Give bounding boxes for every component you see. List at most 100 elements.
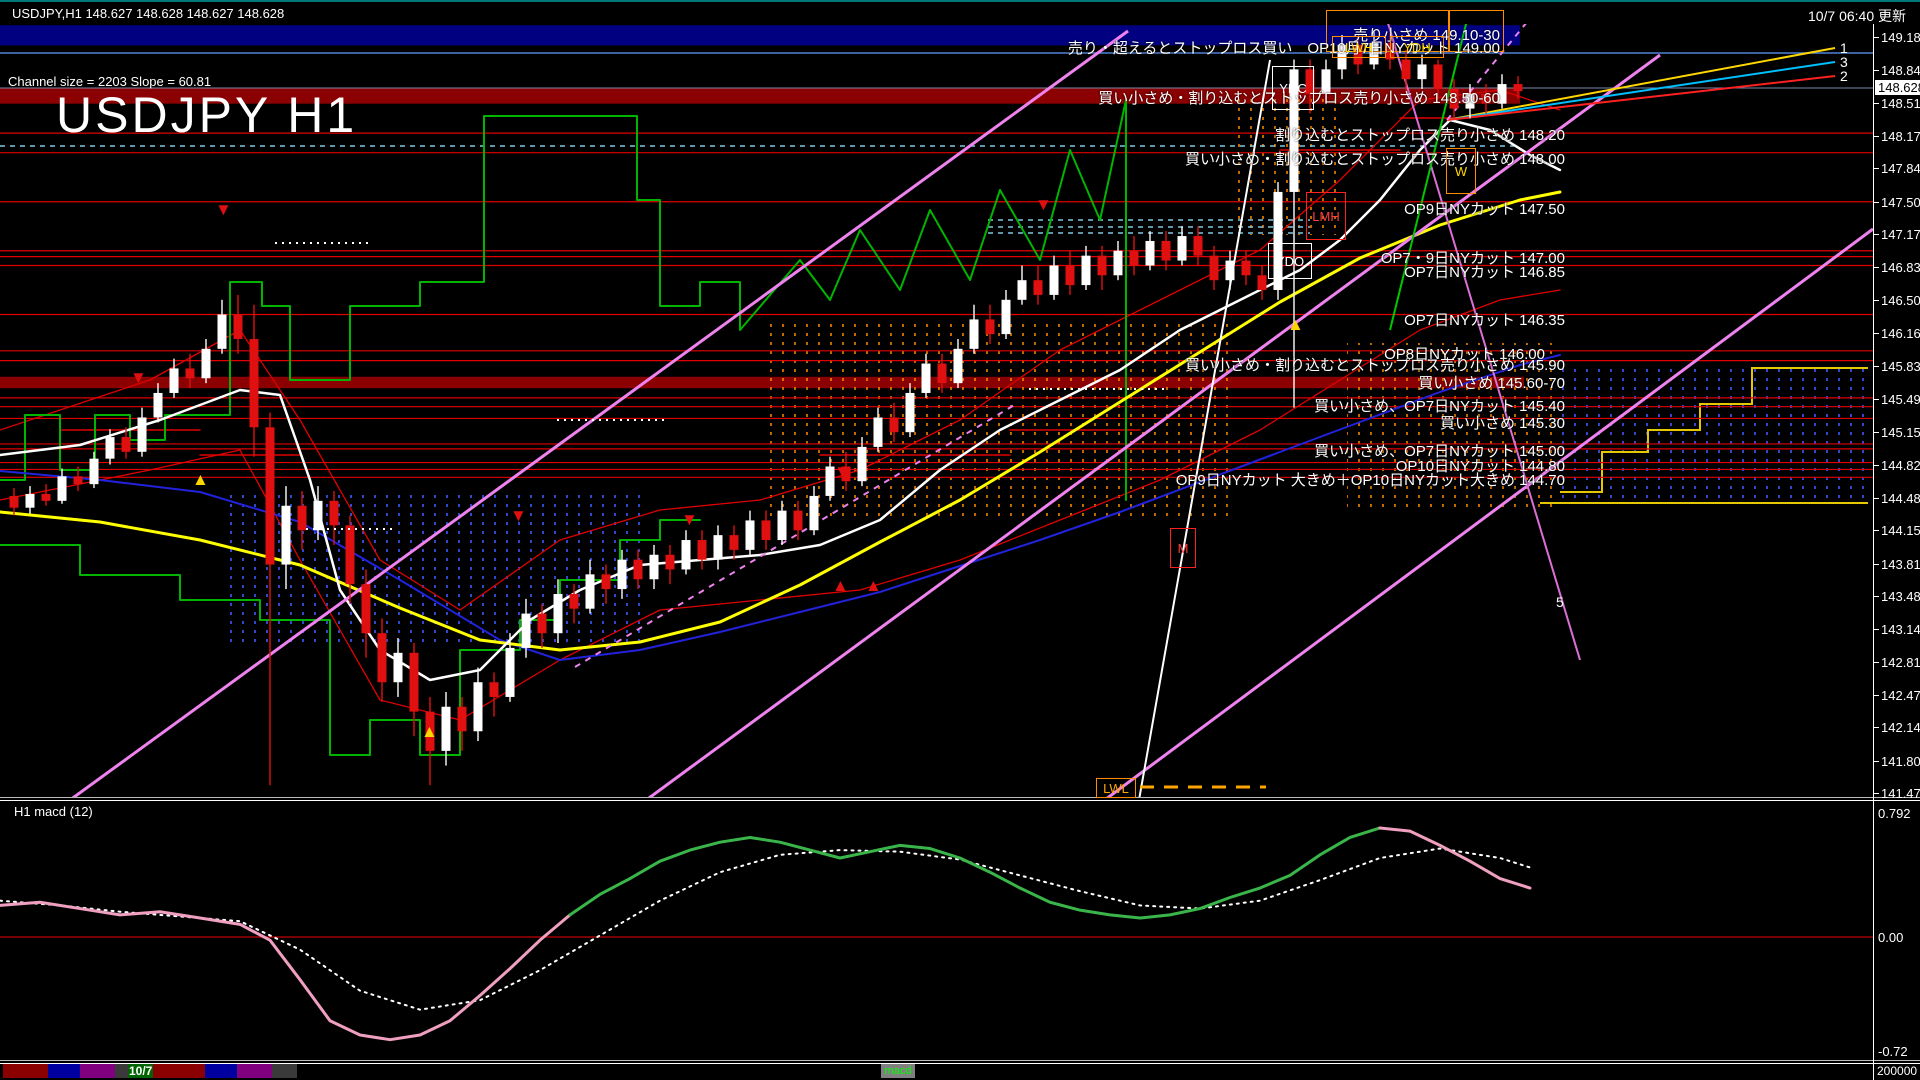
axis-tick [1873,564,1879,565]
price-axis-label: 145.830 [1881,359,1920,374]
price-axis-label: 143.480 [1881,589,1920,604]
price-annotation: 買い小さめ・割り込むとストップロス売り小さめ 148.00 [1185,148,1565,169]
price-axis-label: 141.800 [1881,754,1920,769]
price-annotation: OP9日NYカット 大きめ＋OP10日NYカット大きめ 144.70 [1176,469,1565,490]
period-segment [272,1064,297,1078]
period-segment [3,1064,48,1078]
candle-body [314,501,323,530]
candle-body [58,476,67,501]
candle-body [474,682,483,731]
axis-tick [1873,366,1879,367]
candle-body [106,437,115,459]
candle-body [74,476,83,484]
macd-axis-label: 0.00 [1878,930,1903,945]
candle-body [1178,236,1187,261]
candle-body [10,496,19,508]
down-arrow-icon: ▼ [130,369,147,386]
pane-separator-top2 [0,800,1920,801]
price-axis-label: 145.150 [1881,425,1920,440]
period-segment [80,1064,115,1078]
candle-body [1066,265,1075,285]
axis-tick [1873,267,1879,268]
candle-body [1034,280,1043,295]
candle-body [218,315,227,349]
candle-body [458,707,467,732]
price-annotation: OP7日NYカット 146.35 [1404,309,1565,330]
axis-tick [1873,465,1879,466]
axis-tick [1873,596,1879,597]
macd-toggle-button[interactable]: macd ON [881,1064,915,1078]
price-band [0,377,1524,388]
candle-body [1258,275,1267,290]
axis-tick [1873,629,1879,630]
candle-body [650,555,659,580]
candle-body [922,364,931,393]
price-axis-label: 144.480 [1881,491,1920,506]
current-price-badge: 148.628 [1875,80,1920,95]
candle-body [570,594,579,609]
mt4-chart-window: USDJPY,H1 148.627 148.628 148.627 148.62… [0,0,1920,1080]
candle-body [26,494,35,508]
chart-canvas[interactable] [0,0,1920,1080]
candle-body [138,417,147,451]
price-axis-label: 146.500 [1881,293,1920,308]
candle-body [858,447,867,481]
pane-separator-bottom [0,1060,1920,1061]
candle-body [1514,84,1523,91]
candle-body [250,339,259,427]
period-segment [205,1064,237,1078]
candle-body [1418,64,1427,79]
candle-body [522,614,531,648]
macd-pane [0,828,1873,1040]
candle-body [282,506,291,565]
axis-tick [1873,333,1879,334]
candle-body [362,584,371,633]
candle-body [490,682,499,697]
axis-tick [1873,103,1879,104]
candle-body [602,574,611,589]
candle-body [90,459,99,484]
axis-tick [1873,695,1879,696]
price-axis-label: 145.490 [1881,392,1920,407]
price-axis-label: 142.140 [1881,720,1920,735]
price-axis-label: 143.810 [1881,557,1920,572]
down-arrow-icon: ▼ [510,507,527,524]
price-axis-label: 146.160 [1881,326,1920,341]
price-axis-label: 148.170 [1881,129,1920,144]
price-axis-label: 143.140 [1881,622,1920,637]
pane-separator-top[interactable] [0,797,1920,798]
down-arrow-icon: ▼ [1035,196,1052,213]
trendline-number-label: 2 [1840,68,1848,84]
candle-body [1130,251,1139,266]
price-axis-label: 147.840 [1881,161,1920,176]
candle-body [506,648,515,697]
macd-axis-label: -0.72 [1878,1044,1908,1059]
down-arrow-icon: ▼ [834,463,851,480]
candle-body [1242,261,1251,276]
price-axis-label: 144.820 [1881,458,1920,473]
price-axis-label: 147.500 [1881,195,1920,210]
chart-label-box: YDO [1268,243,1312,279]
axis-tick [1873,727,1879,728]
price-axis-label: 144.150 [1881,523,1920,538]
macd-main-line [0,902,570,1039]
chart-label-box: YDC [1272,66,1314,110]
price-annotation: OP7日NYカット 146.85 [1404,261,1565,282]
candle-body [1226,261,1235,281]
trend-line [1447,48,1835,120]
candle-body [1402,60,1411,80]
axis-tick [1873,498,1879,499]
candle-body [986,319,995,334]
candle-body [954,349,963,383]
macd-axis-label: 0.792 [1878,806,1911,821]
candle-body [874,417,883,446]
candle-body [682,540,691,569]
candle-body [1098,256,1107,276]
axis-tick [1873,70,1879,71]
candle-body [378,633,387,682]
price-annotation: 買い小さめ 145.60-70 [1418,372,1565,393]
candle-body [1146,241,1155,266]
axis-tick [1873,432,1879,433]
axis-tick [1873,793,1879,794]
price-axis-label: 142.470 [1881,688,1920,703]
